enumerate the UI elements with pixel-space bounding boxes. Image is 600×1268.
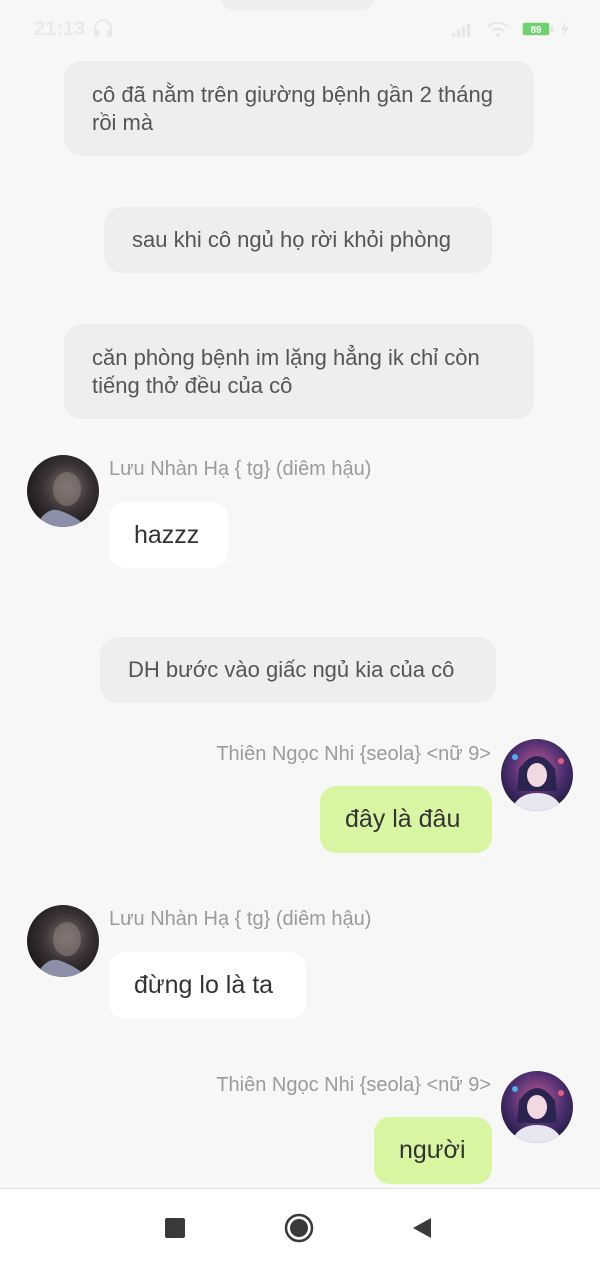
narration-bubble: cô đã nằm trên giường bệnh gần 2 tháng r…	[64, 61, 534, 156]
message-text: đây là đâu	[345, 805, 461, 833]
navigation-bar	[0, 1188, 600, 1268]
headphones-icon	[94, 19, 112, 37]
wifi-icon	[487, 21, 509, 37]
message-text: đừng lo là ta	[134, 971, 274, 999]
sender-name: Thiên Ngọc Nhi {seola} <nữ 9>	[216, 743, 491, 765]
charging-icon	[561, 21, 569, 37]
avatar[interactable]	[27, 455, 99, 527]
narration-text: cô đã nằm trên giường bệnh gần 2 tháng r…	[92, 81, 493, 135]
narration-text: sau khi cô ngủ họ rời khỏi phòng	[132, 227, 451, 252]
narration-bubble: sau khi cô ngủ họ rời khỏi phòng	[104, 207, 492, 273]
narration-text: căn phòng bệnh im lặng hẳng ik chỉ còn t…	[92, 344, 480, 398]
message-bubble-outgoing[interactable]: người	[374, 1117, 492, 1184]
back-button[interactable]	[411, 1216, 433, 1240]
message-bubble-incoming[interactable]: hazzz	[109, 502, 228, 568]
sender-name: Thiên Ngọc Nhi {seola} <nữ 9>	[216, 1074, 491, 1096]
message-text: người	[399, 1136, 466, 1164]
sender-name: Lưu Nhàn Hạ { tg} (diêm hậu)	[109, 908, 372, 930]
message-bubble-incoming[interactable]: đừng lo là ta	[109, 952, 306, 1019]
narration-bubble: căn phòng bệnh im lặng hẳng ik chỉ còn t…	[64, 324, 534, 419]
home-button[interactable]	[284, 1213, 314, 1243]
narration-bubble: DH bước vào giấc ngủ kia của cô	[100, 637, 496, 703]
battery-icon: 89	[522, 22, 553, 36]
recent-apps-button[interactable]	[164, 1217, 186, 1239]
narration-text: DH bước vào giấc ngủ kia của cô	[128, 657, 455, 682]
message-bubble-outgoing[interactable]: đây là đâu	[320, 786, 492, 853]
status-time: 21:13	[34, 18, 86, 40]
sender-name: Lưu Nhàn Hạ { tg} (diêm hậu)	[109, 458, 372, 480]
avatar[interactable]	[501, 739, 573, 811]
avatar[interactable]	[501, 1071, 573, 1143]
battery-level: 89	[530, 25, 542, 36]
message-text: hazzz	[134, 520, 200, 549]
signal-icon	[452, 24, 470, 37]
previous-message-bubble	[220, 0, 375, 10]
avatar[interactable]	[27, 905, 99, 977]
